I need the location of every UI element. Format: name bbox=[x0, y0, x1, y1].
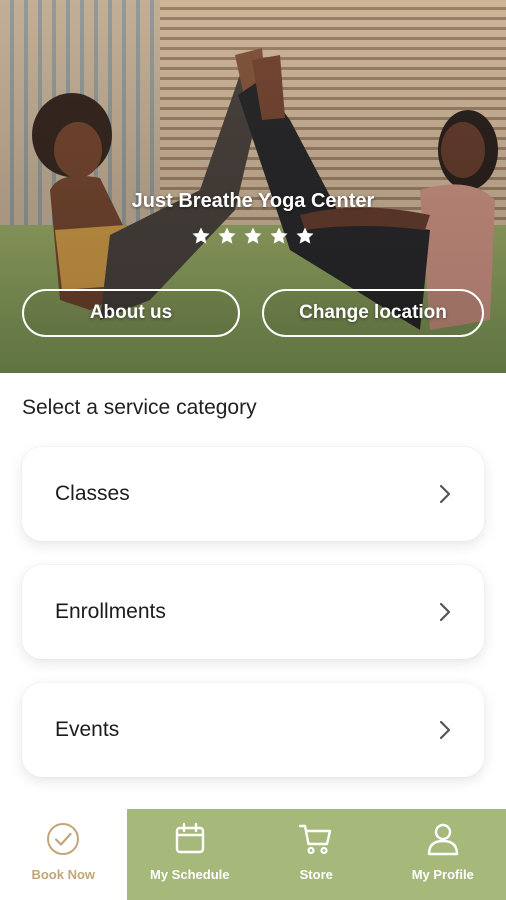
category-label: Enrollments bbox=[55, 600, 166, 623]
star-icon bbox=[296, 227, 314, 244]
category-events[interactable]: Events bbox=[22, 683, 484, 777]
tab-my-profile[interactable]: My Profile bbox=[379, 809, 506, 900]
star-icon bbox=[218, 227, 236, 244]
category-classes[interactable]: Classes bbox=[22, 447, 484, 541]
hero-banner: Just Breathe Yoga Center About us Change… bbox=[0, 0, 506, 373]
tab-store[interactable]: Store bbox=[253, 809, 380, 900]
category-label: Events bbox=[55, 718, 120, 741]
section-heading: Select a service category bbox=[22, 396, 257, 419]
bottom-tab-bar: Book Now My Schedule Store My Profile bbox=[0, 809, 506, 900]
category-enrollments[interactable]: Enrollments bbox=[22, 565, 484, 659]
chevron-right-icon bbox=[439, 720, 451, 740]
check-circle-icon bbox=[47, 823, 80, 855]
tab-label: My Profile bbox=[411, 867, 474, 882]
calendar-icon bbox=[175, 822, 204, 854]
tab-book-now[interactable]: Book Now bbox=[0, 809, 127, 900]
tab-my-schedule[interactable]: My Schedule bbox=[126, 809, 253, 900]
tab-label: Book Now bbox=[31, 867, 96, 882]
change-location-button[interactable]: Change location bbox=[262, 289, 484, 337]
category-label: Classes bbox=[55, 482, 130, 505]
rating-stars bbox=[0, 226, 506, 246]
star-icon bbox=[192, 227, 210, 244]
user-icon bbox=[427, 823, 458, 856]
chevron-right-icon bbox=[439, 602, 451, 622]
studio-name: Just Breathe Yoga Center bbox=[131, 190, 375, 212]
about-us-button[interactable]: About us bbox=[22, 289, 240, 337]
tab-label: Store bbox=[299, 867, 333, 882]
tab-label: My Schedule bbox=[150, 867, 230, 882]
star-icon bbox=[244, 227, 262, 244]
cart-icon bbox=[299, 824, 332, 855]
star-icon bbox=[270, 227, 288, 244]
chevron-right-icon bbox=[439, 484, 451, 504]
